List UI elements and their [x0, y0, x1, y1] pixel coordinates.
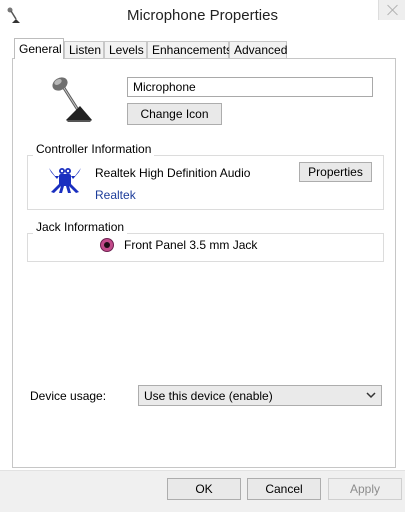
microphone-icon — [52, 77, 92, 122]
change-icon-button[interactable]: Change Icon — [127, 103, 222, 125]
microphone-properties-dialog: Microphone Properties General Listen Lev… — [0, 0, 405, 512]
device-usage-selected-value: Use this device (enable) — [144, 389, 273, 403]
tab-levels[interactable]: Levels — [104, 41, 147, 58]
controller-information-label: Controller Information — [33, 142, 155, 156]
close-button[interactable] — [378, 0, 405, 20]
tab-advanced[interactable]: Advanced — [229, 41, 287, 58]
tab-general[interactable]: General — [14, 38, 64, 59]
tab-enhancements[interactable]: Enhancements — [147, 41, 232, 58]
device-name-input[interactable]: Microphone — [127, 77, 373, 97]
window-title: Microphone Properties — [127, 7, 278, 24]
cancel-button[interactable]: Cancel — [247, 478, 321, 500]
apply-button[interactable]: Apply — [328, 478, 402, 500]
chevron-down-icon — [366, 392, 376, 399]
device-usage-select[interactable]: Use this device (enable) — [138, 385, 382, 406]
jack-color-icon — [100, 238, 114, 252]
jack-information-label: Jack Information — [33, 220, 128, 234]
jack-description: Front Panel 3.5 mm Jack — [124, 238, 258, 252]
ok-button[interactable]: OK — [167, 478, 241, 500]
realtek-crab-icon — [49, 168, 81, 193]
controller-name: Realtek High Definition Audio — [95, 166, 251, 180]
controller-properties-button[interactable]: Properties — [299, 162, 372, 182]
device-usage-label: Device usage: — [30, 389, 107, 403]
title-bar[interactable]: Microphone Properties — [0, 0, 405, 33]
controller-vendor-link[interactable]: Realtek — [95, 188, 136, 202]
tab-listen[interactable]: Listen — [64, 41, 104, 58]
